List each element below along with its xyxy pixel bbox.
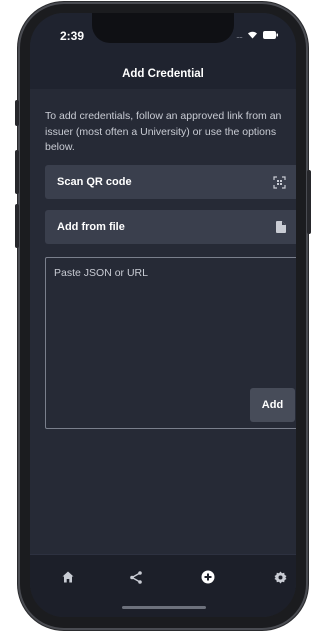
volume-up-button <box>15 150 19 194</box>
file-icon <box>276 221 286 233</box>
home-indicator <box>122 606 206 609</box>
instructions-text: To add credentials, follow an approved l… <box>45 110 282 153</box>
add-from-file-label: Add from file <box>57 221 125 233</box>
power-button <box>307 170 311 234</box>
status-icons: .... <box>236 30 278 39</box>
mute-switch <box>15 100 19 126</box>
scan-qr-label: Scan QR code <box>57 176 132 188</box>
app-screen: 2:39 .... Add Credential To add credenti… <box>30 13 296 617</box>
wifi-icon <box>248 31 257 39</box>
scan-qr-button[interactable]: Scan QR code <box>45 165 296 199</box>
battery-icon <box>263 30 278 39</box>
app-header: Add Credential <box>30 59 296 89</box>
notch <box>92 13 234 43</box>
tab-share[interactable] <box>124 566 148 588</box>
bottom-tab-bar <box>30 554 296 617</box>
volume-down-button <box>15 204 19 248</box>
cellular-signal: .... <box>235 29 243 40</box>
add-button[interactable]: Add <box>250 388 295 422</box>
status-time: 2:39 <box>60 29 85 43</box>
page-title: Add Credential <box>122 68 204 80</box>
status-bar: 2:39 .... <box>30 13 296 59</box>
paste-json-url-input[interactable]: Paste JSON or URL Add <box>45 257 296 429</box>
qr-scan-icon <box>273 175 286 189</box>
add-circle-icon <box>201 570 215 584</box>
gear-icon <box>274 571 286 583</box>
tab-home[interactable] <box>56 566 80 588</box>
paste-placeholder: Paste JSON or URL <box>54 267 148 279</box>
home-icon <box>62 571 74 583</box>
add-from-file-button[interactable]: Add from file <box>45 210 296 244</box>
share-icon <box>130 570 142 584</box>
tab-settings[interactable] <box>268 566 292 588</box>
tab-add-credential[interactable] <box>196 566 220 588</box>
